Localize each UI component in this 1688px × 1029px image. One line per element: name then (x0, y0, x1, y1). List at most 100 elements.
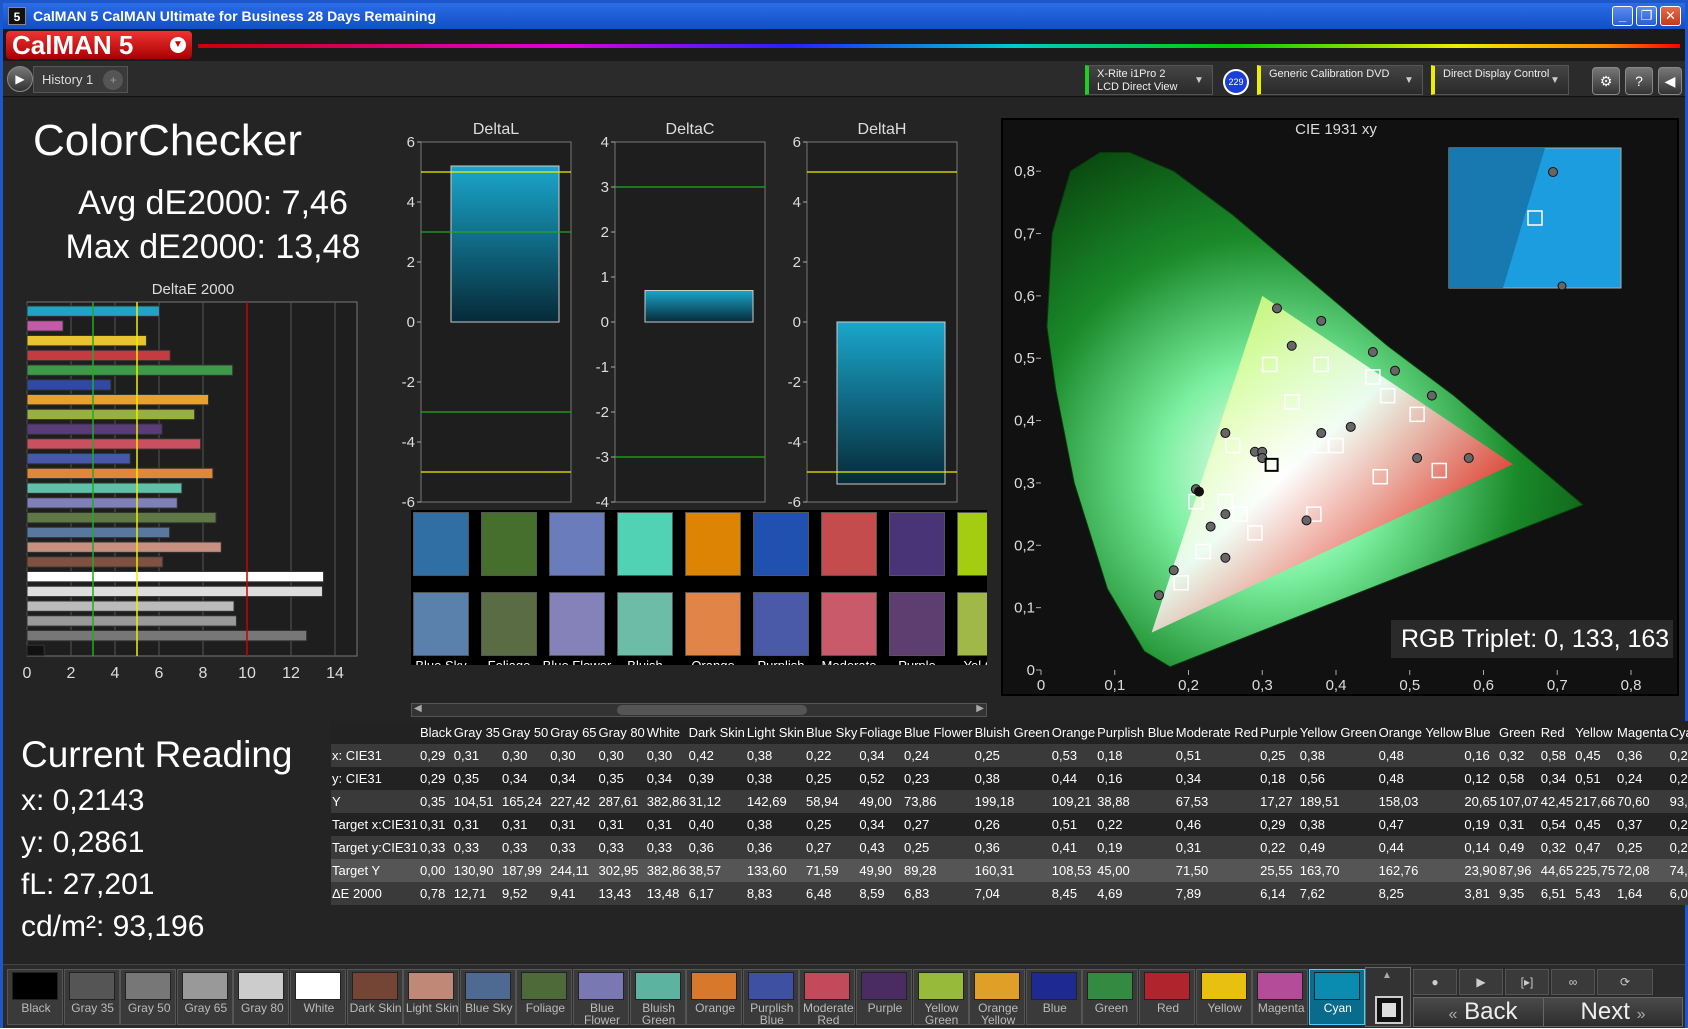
chevron-down-icon: ▼ (1194, 75, 1204, 86)
meter-selector[interactable]: X-Rite i1Pro 2 LCD Direct View ▼ (1085, 65, 1213, 95)
patch-button[interactable]: Purplish Blue (742, 969, 799, 1026)
table-cell: 0,44 (1378, 840, 1404, 855)
patch-button[interactable]: Gray 35 (63, 969, 120, 1025)
swatch-measured[interactable] (685, 592, 741, 656)
column-header: White (646, 725, 681, 740)
help-button[interactable]: ? (1625, 67, 1653, 95)
patch-button[interactable]: Dark Skin (346, 969, 403, 1025)
patch-button[interactable]: Cyan (1308, 969, 1365, 1025)
swatch-measured[interactable] (549, 592, 605, 656)
bar-orange-yellow (26, 394, 209, 406)
patch-button[interactable]: Gray 50 (120, 969, 177, 1025)
add-tab-icon[interactable]: + (103, 70, 124, 90)
measure-all-button[interactable]: [▸] (1505, 969, 1549, 995)
settings-button[interactable]: ⚙ (1592, 67, 1620, 95)
tick-label: 8 (199, 665, 208, 682)
title-bar: 5 CalMAN 5 CalMAN Ultimate for Business … (3, 3, 1685, 29)
table-cell: 0,34 (859, 748, 885, 763)
stop-button[interactable]: ▲ (1365, 967, 1411, 1027)
patch-button[interactable]: Light Skin (403, 969, 460, 1025)
patch-button[interactable]: Gray 65 (176, 969, 233, 1025)
table-cell: 73,86 (903, 794, 937, 809)
table-cell: 0,35 (453, 771, 480, 786)
swatch-target[interactable] (685, 512, 741, 576)
table-cell: 108,53 (1051, 863, 1092, 878)
tick-label: 0,1 (1104, 677, 1125, 694)
patch-button[interactable]: Blue Flower (573, 969, 629, 1026)
swatch-measured[interactable] (889, 592, 945, 656)
tick-label: 4 (111, 665, 120, 682)
column-header: Blue (1464, 725, 1491, 740)
patch-button[interactable]: White (290, 969, 346, 1025)
patch-button[interactable]: Yellow Green (912, 969, 969, 1026)
patch-button[interactable]: Red (1139, 969, 1195, 1025)
tick-label: 3 (601, 179, 609, 196)
patch-button[interactable]: Blue Sky (459, 969, 516, 1025)
patch-button[interactable]: Purple (856, 969, 912, 1025)
table-cell: 0,12 (1464, 771, 1490, 786)
window-controls: _ ❐ ✕ (1612, 6, 1681, 26)
swatch-measured[interactable] (753, 592, 809, 656)
swatch-target[interactable] (957, 512, 987, 576)
table-cell: 0,46 (1175, 817, 1202, 832)
back-button[interactable]: « Back (1413, 997, 1553, 1027)
meter-badge[interactable]: 229 (1223, 69, 1249, 95)
patch-button[interactable]: Foliage (516, 969, 573, 1025)
swatch-target[interactable] (821, 512, 877, 576)
table-cell: 0,51 (1175, 748, 1202, 763)
patch-button[interactable]: Yellow (1195, 969, 1252, 1025)
swatch-measured[interactable] (821, 592, 877, 656)
swatch-target[interactable] (617, 512, 673, 576)
close-button[interactable]: ✕ (1660, 6, 1681, 26)
swatch-measured[interactable] (617, 592, 673, 656)
minimize-button[interactable]: _ (1612, 6, 1633, 26)
collapse-button[interactable]: ◀ (1658, 67, 1682, 95)
calman-menu-button[interactable]: CalMAN 5 ▼ (6, 31, 192, 59)
swatch-target[interactable] (889, 512, 945, 576)
swatch-target[interactable] (481, 512, 537, 576)
tab-history-1[interactable]: History 1 + (33, 66, 129, 93)
bar-orange (26, 467, 214, 480)
maximize-button[interactable]: ❐ (1636, 6, 1657, 26)
patch-button[interactable]: Moderate Red (799, 969, 856, 1026)
scroll-left-icon[interactable]: ◀ (414, 703, 422, 714)
patch-color (125, 972, 172, 1000)
swatch-label: Blue Sky (411, 659, 477, 666)
display-selector[interactable]: Direct Display Control ▼ (1431, 65, 1569, 95)
scroll-right-icon[interactable]: ▶ (976, 703, 984, 714)
patch-button[interactable]: Black (7, 969, 63, 1025)
column-header: Gray 80 (598, 725, 645, 740)
measured-point (1301, 515, 1312, 526)
table-cell: 67,53 (1175, 794, 1209, 809)
swatch-target[interactable] (753, 512, 809, 576)
continuous-button[interactable]: ∞ (1551, 969, 1595, 995)
patch-button[interactable]: Green (1082, 969, 1139, 1025)
stop-measure-button[interactable]: ● (1413, 969, 1457, 995)
measure-button[interactable]: ▶ (1459, 969, 1503, 995)
swatch-measured[interactable] (481, 592, 537, 656)
patch-button[interactable]: Blue (1025, 969, 1082, 1025)
scrollbar-thumb[interactable] (617, 705, 807, 715)
row-header: Y (332, 794, 341, 809)
patch-button[interactable]: Orange (686, 969, 743, 1025)
patch-button[interactable]: Bluish Green (629, 969, 686, 1026)
play-session-button[interactable]: ▶ (7, 66, 33, 92)
app-icon[interactable]: 5 (8, 7, 26, 25)
swatch-scrollbar[interactable]: ◀ ▶ (411, 703, 987, 717)
table-cell: 0,30 (502, 748, 528, 763)
swatch-measured[interactable] (957, 592, 987, 656)
next-button[interactable]: Next » (1543, 997, 1683, 1027)
patch-button[interactable]: Orange Yellow (969, 969, 1026, 1026)
swatch-measured[interactable] (413, 592, 469, 656)
table-cell: 3,81 (1464, 886, 1490, 901)
swatch-target[interactable] (413, 512, 469, 576)
table-cell: 0,26 (974, 817, 1000, 832)
source-selector[interactable]: Generic Calibration DVD ▼ (1257, 65, 1423, 95)
table-cell: 38,88 (1097, 794, 1130, 809)
patch-color (1087, 972, 1134, 1000)
patch-button[interactable]: Magenta (1252, 969, 1309, 1025)
patch-button[interactable]: Gray 80 (233, 969, 290, 1025)
refresh-button[interactable]: ⟳ (1597, 969, 1653, 995)
swatch-label: Bluish Green (609, 659, 681, 666)
swatch-target[interactable] (549, 512, 605, 576)
